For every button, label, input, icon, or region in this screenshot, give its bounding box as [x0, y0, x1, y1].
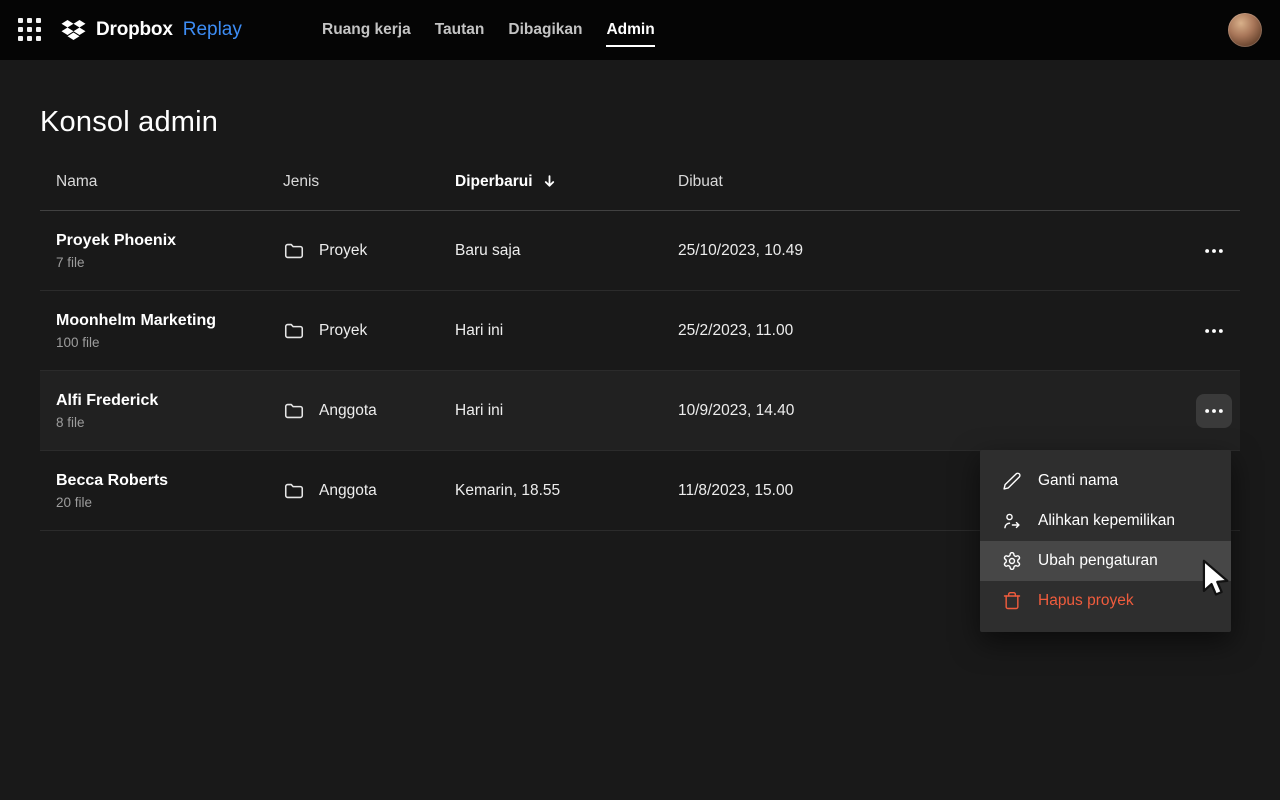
row-updated: Hari ini — [455, 321, 504, 339]
row-name: Moonhelm Marketing — [56, 311, 217, 329]
row-file-count: 8 file — [56, 414, 85, 430]
menu-item-ubah-pengaturan[interactable]: Ubah pengaturan — [980, 541, 1231, 581]
folder-icon — [283, 400, 305, 422]
column-header-nama[interactable]: Nama — [56, 173, 283, 191]
menu-item-label: Hapus proyek — [1038, 592, 1134, 609]
sort-arrow-down-icon — [542, 174, 557, 189]
table-header: Nama Jenis Diperbarui Dibuat — [40, 153, 1240, 211]
page-title: Konsol admin — [40, 106, 219, 138]
row-type: Anggota — [319, 401, 377, 419]
row-file-count: 100 file — [56, 334, 100, 350]
row-file-count: 7 file — [56, 254, 85, 270]
trash-icon — [1002, 591, 1022, 611]
row-name: Alfi Frederick — [56, 391, 159, 409]
folder-icon — [283, 480, 305, 502]
ellipsis-icon — [1205, 328, 1223, 333]
more-actions-button[interactable] — [1196, 234, 1232, 268]
column-header-diperbarui[interactable]: Diperbarui — [455, 173, 678, 191]
gear-icon — [1002, 551, 1022, 571]
folder-icon — [283, 240, 305, 262]
menu-item-label: Ubah pengaturan — [1038, 552, 1158, 569]
menu-item-alihkan-kepemilikan[interactable]: Alihkan kepemilikan — [980, 501, 1231, 541]
primary-nav: Ruang kerja Tautan Dibagikan Admin — [322, 0, 655, 60]
brand-product: Replay — [182, 19, 242, 40]
row-created: 10/9/2023, 14.40 — [678, 401, 795, 419]
row-updated: Baru saja — [455, 241, 521, 259]
nav-item-admin[interactable]: Admin — [606, 13, 655, 47]
menu-item-label: Alihkan kepemilikan — [1038, 512, 1175, 529]
row-created: 25/2/2023, 11.00 — [678, 321, 794, 339]
folder-icon — [283, 320, 305, 342]
row-name: Becca Roberts — [56, 471, 169, 489]
row-type: Proyek — [319, 241, 368, 259]
dropbox-replay-logo[interactable]: Dropbox Replay — [60, 18, 242, 42]
brand-name: Dropbox — [96, 19, 173, 40]
table-row[interactable]: Moonhelm Marketing 100 file Proyek Hari … — [40, 291, 1240, 371]
ellipsis-icon — [1205, 248, 1223, 253]
column-header-jenis[interactable]: Jenis — [283, 173, 455, 191]
dropbox-glyph-icon — [60, 18, 87, 42]
menu-item-ganti-nama[interactable]: Ganti nama — [980, 461, 1231, 501]
row-updated: Hari ini — [455, 401, 504, 419]
row-type: Anggota — [319, 481, 377, 499]
more-actions-button-open[interactable] — [1196, 393, 1232, 428]
row-name: Proyek Phoenix — [56, 231, 177, 249]
menu-item-hapus-proyek[interactable]: Hapus proyek — [980, 581, 1231, 621]
transfer-ownership-icon — [1002, 511, 1022, 531]
table-row[interactable]: Proyek Phoenix 7 file Proyek Baru saja 2… — [40, 211, 1240, 291]
nav-item-tautan[interactable]: Tautan — [435, 13, 485, 47]
nav-item-dibagikan[interactable]: Dibagikan — [508, 13, 582, 47]
more-actions-button[interactable] — [1196, 314, 1232, 348]
ellipsis-icon — [1205, 408, 1223, 413]
pencil-icon — [1002, 471, 1022, 491]
row-context-menu: Ganti nama Alihkan kepemilikan Ubah peng… — [980, 450, 1231, 632]
table-row[interactable]: Alfi Frederick 8 file Anggota Hari ini 1… — [40, 371, 1240, 451]
row-created: 25/10/2023, 10.49 — [678, 241, 803, 259]
menu-item-label: Ganti nama — [1038, 472, 1119, 489]
row-type: Proyek — [319, 321, 368, 339]
row-file-count: 20 file — [56, 494, 93, 510]
row-updated: Kemarin, 18.55 — [455, 481, 561, 499]
column-header-dibuat[interactable]: Dibuat — [678, 173, 1176, 191]
apps-grid-icon[interactable] — [18, 18, 42, 42]
user-avatar[interactable] — [1228, 13, 1262, 47]
column-header-diperbarui-label: Diperbarui — [455, 172, 533, 190]
topbar: Dropbox Replay Ruang kerja Tautan Dibagi… — [0, 0, 1280, 60]
nav-item-ruang-kerja[interactable]: Ruang kerja — [322, 13, 411, 47]
